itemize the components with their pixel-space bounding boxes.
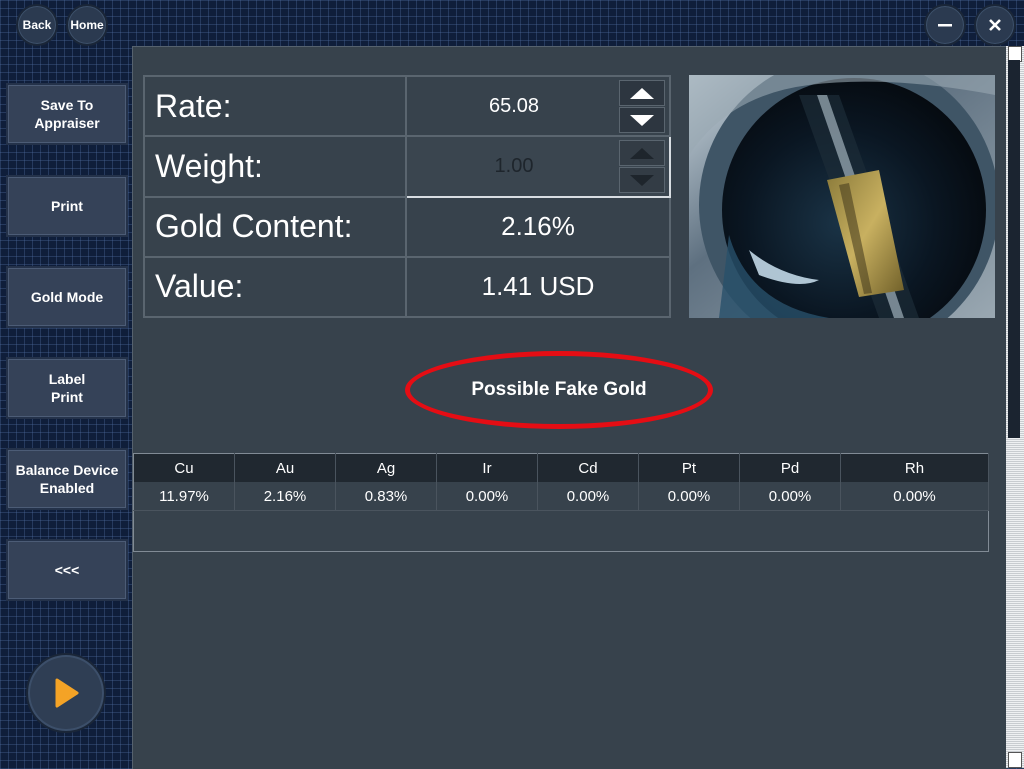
table-empty-area [134, 511, 989, 552]
table-cell: 0.00% [840, 482, 989, 511]
rate-label: Rate: [143, 74, 407, 138]
back-button[interactable]: Back [16, 4, 58, 46]
weight-field[interactable]: 1.00 [405, 135, 671, 198]
camera-image [689, 75, 995, 318]
scroll-thumb[interactable] [1008, 60, 1020, 438]
rate-down-button[interactable] [619, 107, 665, 133]
value-label: Value: [143, 255, 407, 319]
camera-view [689, 75, 995, 318]
fake-gold-warning: Possible Fake Gold [405, 351, 713, 429]
gold-mode-button[interactable]: Gold Mode [6, 266, 128, 328]
column-header: Rh [840, 453, 989, 482]
arrow-up-icon [630, 87, 654, 99]
weight-down-button[interactable] [619, 167, 665, 194]
table-cell: 11.97% [133, 482, 235, 511]
table-header-row: Cu Au Ag Ir Cd Pt Pd Rh [133, 453, 989, 482]
play-button[interactable] [26, 653, 106, 733]
minimize-button[interactable] [924, 4, 966, 46]
status-message: Possible Fake Gold [471, 379, 647, 400]
save-to-appraiser-button[interactable]: Save To Appraiser [6, 83, 128, 145]
element-composition-table: Cu Au Ag Ir Cd Pt Pd Rh 11.97% 2.16% 0.8… [133, 453, 989, 552]
minimize-icon [938, 24, 952, 27]
gold-content-label: Gold Content: [143, 195, 407, 258]
column-header: Pt [638, 453, 740, 482]
vertical-scrollbar[interactable] [1006, 46, 1024, 768]
column-header: Cu [133, 453, 235, 482]
rate-field[interactable]: 65.08 [405, 74, 671, 138]
collapse-sidebar-button[interactable]: <<< [6, 539, 128, 601]
close-button[interactable] [974, 4, 1016, 46]
column-header: Ag [335, 453, 437, 482]
print-button[interactable]: Print [6, 175, 128, 237]
arrow-up-icon [630, 147, 654, 159]
gold-content-value: 2.16% [405, 195, 671, 258]
column-header: Au [234, 453, 336, 482]
arrow-down-icon [630, 114, 654, 126]
measurement-table: Rate: 65.08 Weight: 1.00 Gold Content: 2… [143, 74, 671, 319]
rate-up-button[interactable] [619, 80, 665, 106]
table-cell: 0.00% [638, 482, 740, 511]
column-header: Cd [537, 453, 639, 482]
table-cell: 0.00% [436, 482, 538, 511]
weight-value: 1.00 [494, 154, 534, 177]
balance-device-button[interactable]: Balance Device Enabled [6, 448, 128, 510]
play-icon [55, 678, 79, 708]
table-cell: 0.83% [335, 482, 437, 511]
column-header: Pd [739, 453, 841, 482]
table-cell: 0.00% [537, 482, 639, 511]
value-amount: 1.41 USD [405, 255, 671, 319]
rate-value: 65.08 [488, 94, 540, 117]
close-icon [989, 19, 1001, 31]
label-print-button[interactable]: Label Print [6, 357, 128, 419]
table-row[interactable]: 11.97% 2.16% 0.83% 0.00% 0.00% 0.00% 0.0… [133, 482, 989, 511]
home-button[interactable]: Home [66, 4, 108, 46]
arrow-down-icon [630, 174, 654, 186]
table-cell: 2.16% [234, 482, 336, 511]
weight-up-button[interactable] [619, 140, 665, 167]
column-header: Ir [436, 453, 538, 482]
main-panel: Rate: 65.08 Weight: 1.00 Gold Content: 2… [132, 46, 1007, 769]
weight-label: Weight: [143, 135, 407, 198]
scroll-down-button[interactable] [1008, 752, 1022, 768]
table-cell: 0.00% [739, 482, 841, 511]
